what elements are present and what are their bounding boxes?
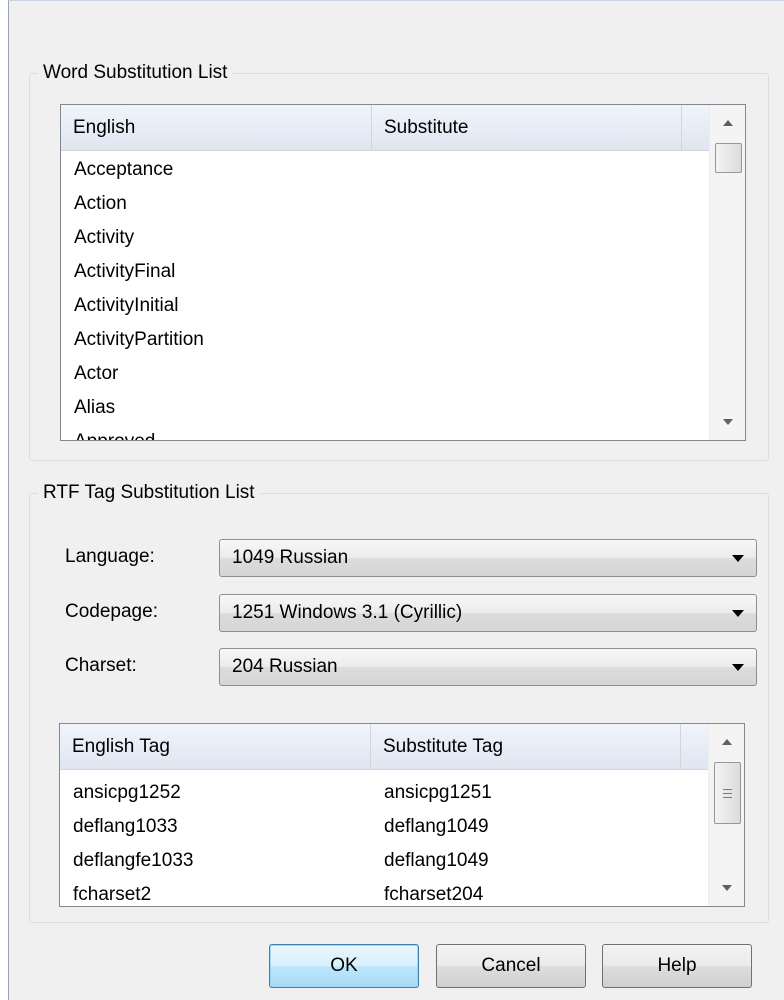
list-row[interactable]: Activity (61, 221, 711, 255)
list-row[interactable]: ActivityFinal (61, 255, 711, 289)
english-tag-cell: fcharset2 (73, 884, 152, 905)
scroll-up-arrow-icon (722, 739, 732, 745)
substitute-cell (372, 289, 385, 323)
english-tag-cell: ansicpg1252 (73, 782, 181, 803)
rtf-substitution-title: RTF Tag Substitution List (38, 482, 260, 504)
english-cell: Acceptance (74, 159, 174, 180)
substitute-tag-cell: deflang1049 (384, 850, 489, 871)
substitute-cell (372, 391, 385, 425)
list-row[interactable]: Alias (61, 391, 711, 425)
substitute-cell (372, 323, 385, 357)
list-row[interactable]: ActivityInitial (61, 289, 711, 323)
rtf-list-body: ansicpg1252 ansicpg1251 deflang1033 defl… (60, 776, 710, 906)
help-button[interactable]: Help (602, 944, 752, 988)
column-header-english-tag[interactable]: English Tag (60, 724, 371, 769)
rtf-list-scrollbar[interactable] (708, 724, 744, 906)
charset-value: 204 Russian (232, 656, 338, 677)
scroll-down-button[interactable] (710, 404, 745, 440)
english-cell: ActivityFinal (74, 261, 176, 282)
language-dropdown[interactable]: 1049 Russian (219, 539, 757, 577)
scroll-down-arrow-icon (722, 885, 732, 891)
substitute-cell (372, 221, 385, 255)
substitute-tag-cell: deflang1049 (384, 816, 489, 837)
column-header-substitute[interactable]: Substitute (372, 105, 682, 150)
dialog-window: Word Substitution List English Substitut… (8, 0, 784, 1000)
cancel-button[interactable]: Cancel (436, 944, 586, 988)
list-row[interactable]: Approved (61, 425, 711, 440)
substitute-tag-cell: ansicpg1251 (384, 782, 492, 803)
codepage-label: Codepage: (65, 601, 158, 622)
charset-dropdown[interactable]: 204 Russian (219, 648, 757, 686)
chevron-down-icon (732, 555, 744, 562)
word-list-scrollbar[interactable] (709, 105, 745, 440)
scroll-up-button[interactable] (709, 724, 744, 760)
list-row[interactable]: Acceptance (61, 153, 711, 187)
english-cell: Action (74, 193, 127, 214)
english-cell: Actor (74, 363, 119, 384)
english-cell: ActivityPartition (74, 329, 204, 350)
language-value: 1049 Russian (232, 547, 349, 568)
english-tag-cell: deflang1033 (73, 816, 178, 837)
grip-line-icon (723, 793, 732, 794)
scrollbar-thumb[interactable] (714, 762, 741, 824)
substitute-cell (372, 255, 385, 289)
word-list-body: Acceptance Action Activity ActivityFinal… (61, 153, 711, 440)
chevron-down-icon (732, 664, 744, 671)
substitute-cell (372, 357, 385, 391)
list-row[interactable]: fcharset2 fcharset204 (60, 878, 710, 906)
list-row[interactable]: Actor (61, 357, 711, 391)
word-substitution-group: Word Substitution List English Substitut… (29, 62, 769, 461)
substitute-cell (372, 425, 385, 440)
scroll-up-button[interactable] (710, 105, 745, 141)
codepage-value: 1251 Windows 3.1 (Cyrillic) (232, 602, 463, 623)
scrollbar-thumb[interactable] (715, 143, 742, 173)
codepage-dropdown[interactable]: 1251 Windows 3.1 (Cyrillic) (219, 594, 757, 632)
english-cell: Approved (61, 425, 372, 440)
list-row[interactable]: ansicpg1252 ansicpg1251 (60, 776, 710, 810)
list-row[interactable]: deflang1033 deflang1049 (60, 810, 710, 844)
column-header-english[interactable]: English (61, 105, 372, 150)
substitute-cell (372, 187, 385, 221)
rtf-tag-list[interactable]: English Tag Substitute Tag ansicpg1252 a… (59, 723, 745, 907)
english-cell: ActivityInitial (74, 295, 179, 316)
list-row[interactable]: deflangfe1033 deflang1049 (60, 844, 710, 878)
scroll-down-arrow-icon (723, 419, 733, 425)
ok-button[interactable]: OK (269, 944, 419, 988)
word-substitution-list[interactable]: English Substitute Acceptance Action Act… (60, 104, 746, 441)
substitute-cell (372, 153, 385, 187)
list-row[interactable]: Action (61, 187, 711, 221)
grip-line-icon (723, 797, 732, 798)
column-header-substitute-tag[interactable]: Substitute Tag (371, 724, 681, 769)
rtf-list-header: English Tag Substitute Tag (60, 724, 710, 770)
scroll-down-button[interactable] (709, 870, 744, 906)
charset-label: Charset: (65, 655, 137, 676)
language-label: Language: (65, 546, 155, 567)
english-cell: Activity (74, 227, 135, 248)
english-tag-cell: deflangfe1033 (73, 850, 194, 871)
list-row[interactable]: ActivityPartition (61, 323, 711, 357)
substitute-tag-cell: fcharset204 (384, 884, 484, 905)
english-cell: Alias (74, 397, 116, 418)
word-substitution-title: Word Substitution List (38, 62, 233, 84)
chevron-down-icon (732, 610, 744, 617)
word-list-header: English Substitute (61, 105, 711, 151)
scroll-up-arrow-icon (723, 120, 733, 126)
grip-line-icon (723, 789, 732, 790)
